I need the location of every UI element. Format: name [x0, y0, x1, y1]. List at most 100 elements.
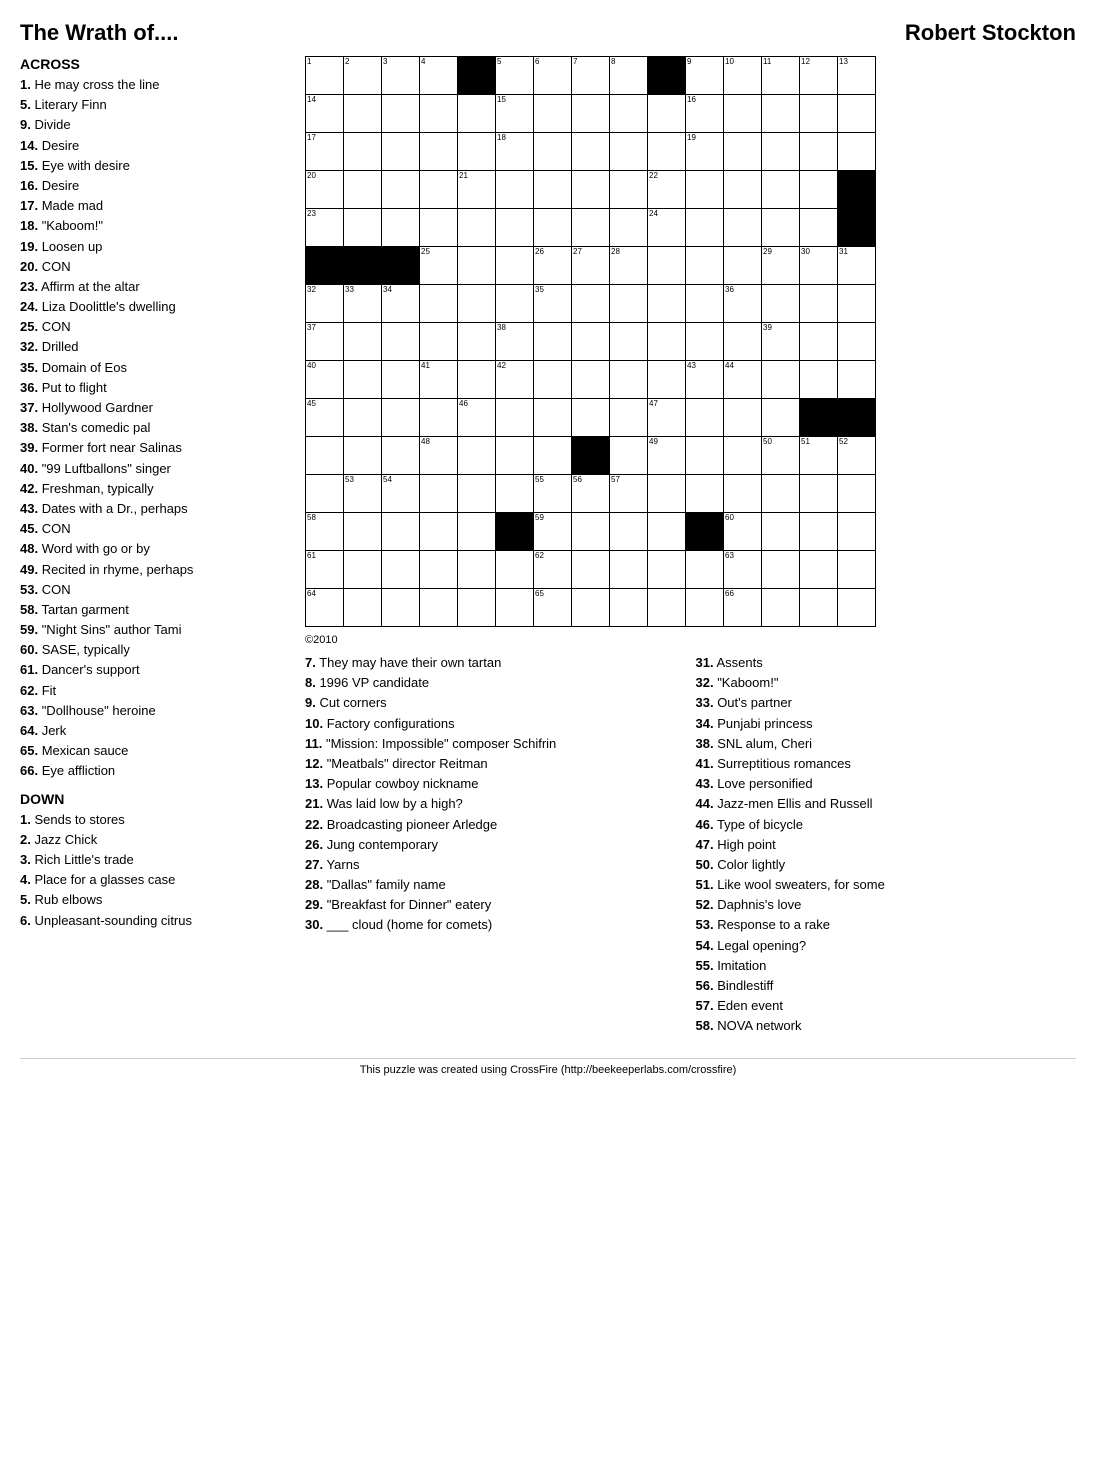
grid-cell[interactable]: 5	[496, 57, 534, 95]
grid-cell[interactable]	[534, 133, 572, 171]
grid-cell[interactable]	[382, 589, 420, 627]
grid-cell[interactable]	[686, 171, 724, 209]
grid-cell[interactable]	[762, 513, 800, 551]
grid-cell[interactable]	[686, 475, 724, 513]
grid-cell[interactable]	[838, 209, 876, 247]
grid-cell[interactable]	[610, 399, 648, 437]
grid-cell[interactable]: 53	[344, 475, 382, 513]
grid-cell[interactable]	[306, 437, 344, 475]
grid-cell[interactable]	[572, 209, 610, 247]
grid-cell[interactable]	[572, 437, 610, 475]
grid-cell[interactable]: 65	[534, 589, 572, 627]
grid-cell[interactable]: 34	[382, 285, 420, 323]
grid-cell[interactable]: 16	[686, 95, 724, 133]
grid-cell[interactable]	[610, 95, 648, 133]
grid-cell[interactable]	[648, 95, 686, 133]
grid-cell[interactable]: 60	[724, 513, 762, 551]
grid-cell[interactable]	[420, 399, 458, 437]
grid-cell[interactable]: 22	[648, 171, 686, 209]
grid-cell[interactable]	[762, 551, 800, 589]
grid-cell[interactable]	[724, 323, 762, 361]
grid-cell[interactable]	[724, 399, 762, 437]
grid-cell[interactable]	[458, 475, 496, 513]
grid-cell[interactable]	[420, 551, 458, 589]
grid-cell[interactable]: 63	[724, 551, 762, 589]
grid-cell[interactable]	[458, 551, 496, 589]
grid-cell[interactable]	[382, 247, 420, 285]
grid-cell[interactable]	[686, 209, 724, 247]
grid-cell[interactable]	[762, 171, 800, 209]
grid-cell[interactable]	[724, 247, 762, 285]
grid-cell[interactable]	[344, 551, 382, 589]
grid-cell[interactable]	[382, 437, 420, 475]
grid-cell[interactable]	[610, 361, 648, 399]
grid-cell[interactable]: 49	[648, 437, 686, 475]
grid-cell[interactable]: 21	[458, 171, 496, 209]
grid-cell[interactable]	[648, 323, 686, 361]
grid-cell[interactable]	[382, 133, 420, 171]
grid-cell[interactable]: 35	[534, 285, 572, 323]
grid-cell[interactable]	[344, 361, 382, 399]
grid-cell[interactable]	[496, 285, 534, 323]
grid-cell[interactable]: 31	[838, 247, 876, 285]
grid-cell[interactable]: 3	[382, 57, 420, 95]
grid-cell[interactable]	[306, 475, 344, 513]
grid-cell[interactable]	[344, 171, 382, 209]
grid-cell[interactable]	[534, 171, 572, 209]
grid-cell[interactable]	[686, 399, 724, 437]
grid-cell[interactable]	[458, 95, 496, 133]
grid-cell[interactable]	[496, 171, 534, 209]
grid-cell[interactable]	[648, 475, 686, 513]
grid-cell[interactable]	[382, 95, 420, 133]
grid-cell[interactable]: 37	[306, 323, 344, 361]
grid-cell[interactable]	[838, 475, 876, 513]
grid-cell[interactable]	[762, 399, 800, 437]
grid-cell[interactable]	[458, 361, 496, 399]
grid-cell[interactable]	[382, 361, 420, 399]
grid-cell[interactable]	[458, 285, 496, 323]
grid-cell[interactable]: 54	[382, 475, 420, 513]
grid-cell[interactable]: 46	[458, 399, 496, 437]
grid-cell[interactable]: 7	[572, 57, 610, 95]
grid-cell[interactable]	[496, 513, 534, 551]
grid-cell[interactable]	[420, 95, 458, 133]
grid-cell[interactable]: 20	[306, 171, 344, 209]
grid-cell[interactable]: 47	[648, 399, 686, 437]
grid-cell[interactable]: 29	[762, 247, 800, 285]
grid-cell[interactable]	[762, 475, 800, 513]
grid-cell[interactable]	[572, 361, 610, 399]
grid-cell[interactable]	[686, 323, 724, 361]
grid-cell[interactable]	[458, 323, 496, 361]
grid-cell[interactable]	[610, 285, 648, 323]
grid-cell[interactable]	[344, 323, 382, 361]
grid-cell[interactable]: 10	[724, 57, 762, 95]
grid-cell[interactable]: 9	[686, 57, 724, 95]
grid-cell[interactable]: 32	[306, 285, 344, 323]
grid-cell[interactable]	[458, 247, 496, 285]
grid-cell[interactable]	[686, 551, 724, 589]
grid-cell[interactable]	[762, 95, 800, 133]
grid-cell[interactable]: 24	[648, 209, 686, 247]
grid-cell[interactable]	[838, 285, 876, 323]
grid-cell[interactable]	[458, 437, 496, 475]
grid-cell[interactable]	[686, 589, 724, 627]
grid-cell[interactable]	[420, 589, 458, 627]
grid-cell[interactable]	[382, 323, 420, 361]
grid-cell[interactable]	[610, 171, 648, 209]
grid-cell[interactable]	[420, 209, 458, 247]
grid-cell[interactable]	[610, 513, 648, 551]
grid-cell[interactable]	[382, 551, 420, 589]
grid-cell[interactable]	[686, 285, 724, 323]
grid-cell[interactable]	[420, 513, 458, 551]
grid-cell[interactable]: 18	[496, 133, 534, 171]
grid-cell[interactable]: 11	[762, 57, 800, 95]
grid-cell[interactable]	[496, 551, 534, 589]
grid-cell[interactable]: 8	[610, 57, 648, 95]
grid-cell[interactable]	[686, 437, 724, 475]
grid-cell[interactable]	[648, 57, 686, 95]
grid-cell[interactable]: 62	[534, 551, 572, 589]
grid-cell[interactable]	[724, 171, 762, 209]
grid-cell[interactable]	[458, 589, 496, 627]
grid-cell[interactable]: 58	[306, 513, 344, 551]
grid-cell[interactable]	[344, 95, 382, 133]
